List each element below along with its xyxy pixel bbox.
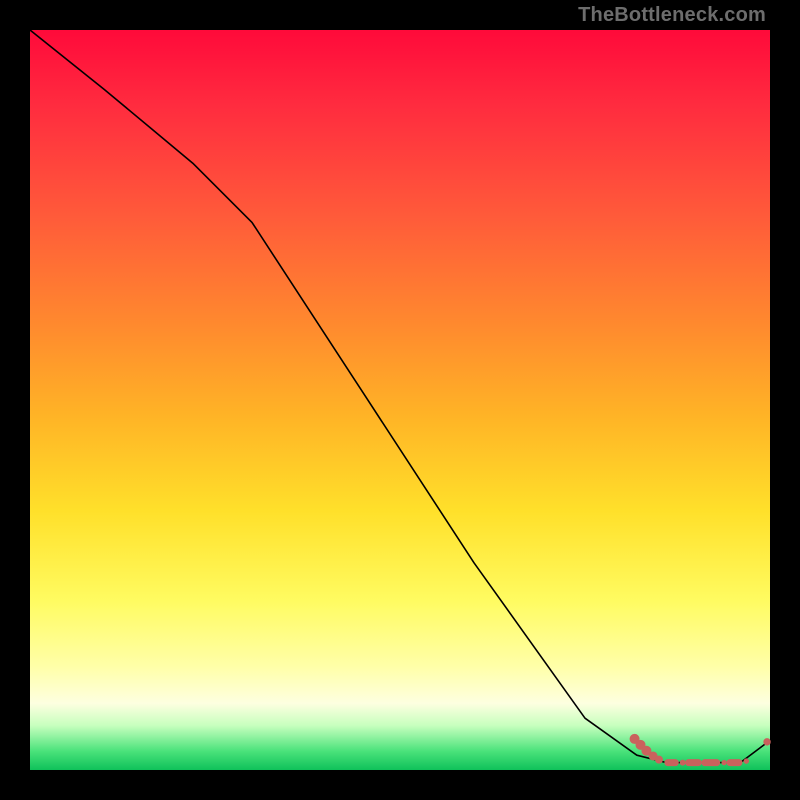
marker-dot bbox=[680, 760, 685, 765]
marker-group bbox=[630, 734, 770, 765]
marker-dot bbox=[722, 760, 726, 764]
chart-frame: TheBottleneck.com bbox=[0, 0, 800, 800]
chart-overlay bbox=[30, 30, 770, 770]
marker-dot bbox=[744, 759, 748, 763]
marker-dot bbox=[656, 756, 663, 763]
series-line bbox=[30, 30, 770, 763]
watermark-text: TheBottleneck.com bbox=[578, 4, 766, 27]
marker-dot bbox=[764, 739, 770, 745]
